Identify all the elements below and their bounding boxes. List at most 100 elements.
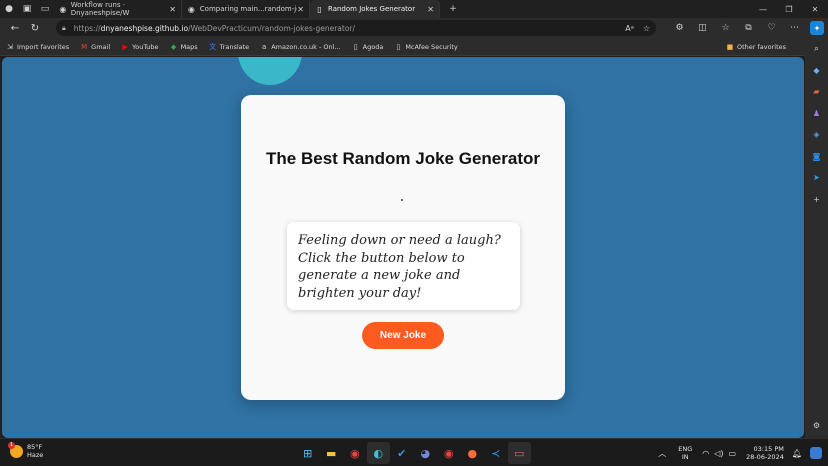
shopping-icon[interactable]: ◆ — [805, 60, 828, 82]
joke-text: Feeling down or need a laugh? Click the … — [287, 222, 520, 310]
tab-label: Random Jokes Generator — [328, 5, 416, 13]
page-icon: ▯ — [396, 42, 401, 51]
weather-sun-icon: 1 — [8, 441, 23, 458]
close-icon[interactable]: ✕ — [169, 5, 176, 14]
edge-icon[interactable]: ◐ — [366, 442, 390, 464]
region: IN — [681, 453, 689, 461]
joke-card: The Best Random Joke Generator Feeling d… — [241, 95, 565, 400]
page-viewport: The Best Random Joke Generator Feeling d… — [2, 57, 804, 438]
notification-badge: 1 — [8, 441, 15, 449]
new-tab-icon[interactable]: + — [444, 0, 462, 18]
tab-random-jokes[interactable]: ▯ Random Jokes Generator ✕ — [310, 0, 440, 18]
back-icon[interactable]: ← — [5, 18, 25, 38]
favorite-star-icon[interactable]: ☆ — [643, 24, 650, 33]
address-bar-row: ← ↻ 🔒︎ https:// dnyaneshpise.github.io /… — [0, 18, 828, 38]
health-icon[interactable]: ♡ — [760, 18, 783, 38]
page-icon: ▯ — [353, 42, 358, 51]
discord-icon[interactable]: ◕ — [414, 442, 438, 464]
volume-icon: ◁) — [714, 448, 724, 458]
more-options-icon[interactable]: ⋯ — [783, 18, 806, 38]
send-icon[interactable]: ➤ — [805, 167, 828, 189]
github-icon: ◉ — [187, 4, 195, 14]
import-icon: ⇲ — [7, 42, 13, 51]
url-protocol: https:// — [73, 23, 101, 33]
chevron-up-icon[interactable]: ︿ — [658, 448, 666, 459]
weather-condition: Haze — [27, 451, 44, 459]
vscode-icon[interactable]: ≺ — [484, 442, 508, 464]
add-icon[interactable]: + — [805, 189, 828, 211]
favorite-label: YouTube — [132, 42, 159, 51]
time: 03:15 PM — [753, 445, 784, 453]
minimize-icon[interactable]: — — [750, 0, 776, 18]
page-title: The Best Random Joke Generator — [266, 149, 540, 168]
favorite-mcafee[interactable]: ▯ McAfee Security — [394, 43, 457, 51]
window-controls: — ❐ ✕ — [750, 0, 828, 18]
close-icon[interactable]: ✕ — [427, 5, 434, 14]
favorite-translate[interactable]: 文 Translate — [209, 42, 250, 51]
favorites-icon[interactable]: ☆ — [714, 18, 737, 38]
weather-widget[interactable]: 1 85°F Haze — [8, 441, 44, 459]
system-tray: ︿ ENG IN ◠ ◁) ▭ 03:15 PM 28-06-2024 🔔︎ — [658, 442, 822, 464]
todo-icon[interactable]: ✔ — [390, 442, 414, 464]
games-icon[interactable]: ♟ — [805, 103, 828, 125]
settings-icon[interactable]: ⚙ — [805, 415, 828, 437]
loading-dot — [401, 199, 403, 201]
youtube-icon: ▶ — [122, 42, 128, 51]
edge-sidebar: ⌕ ◆ ▰ ♟ ◈ ◙ ➤ + ⚙ — [805, 38, 828, 438]
workspaces-icon[interactable]: ▣ — [18, 0, 36, 18]
github-icon: ◉ — [59, 4, 67, 14]
chrome-icon[interactable]: ◉ — [343, 442, 367, 464]
favorite-label: Translate — [219, 42, 250, 51]
close-window-icon[interactable]: ✕ — [802, 0, 828, 18]
read-aloud-icon[interactable]: Aᵃ — [625, 24, 634, 33]
clock[interactable]: 03:15 PM 28-06-2024 — [746, 445, 784, 461]
postman-icon[interactable]: ● — [461, 442, 485, 464]
maps-icon: ◆ — [170, 42, 177, 51]
copilot-icon[interactable]: ✦ — [810, 21, 824, 35]
other-favorites-label: Other favorites — [736, 42, 786, 51]
close-icon[interactable]: ✕ — [297, 5, 304, 14]
outlook-icon[interactable]: ◙ — [805, 146, 828, 168]
new-joke-button[interactable]: New Joke — [362, 322, 444, 349]
tab-workflow-runs[interactable]: ◉ Workflow runs · Dnyaneshpise/W ✕ — [54, 0, 182, 18]
amazon-icon: a — [262, 42, 267, 51]
extensions-icon[interactable]: ⚙ — [668, 18, 691, 38]
search-icon[interactable]: ⌕ — [805, 38, 828, 60]
browser-toolbar: ⚙ ◫ ☆ ⧉ ♡ ⋯ ✦ — [668, 18, 828, 38]
profile-icon[interactable]: ● — [0, 0, 18, 18]
maximize-icon[interactable]: ❐ — [776, 0, 802, 18]
favorite-import[interactable]: ⇲ Import favorites — [6, 43, 69, 51]
tools-icon[interactable]: ▰ — [805, 81, 828, 103]
favorite-youtube[interactable]: ▶ YouTube — [121, 43, 158, 51]
favorite-amazon[interactable]: a Amazon.co.uk - Onl... — [260, 42, 341, 51]
gmail-icon: M — [81, 42, 88, 51]
translate-icon: 文 — [209, 42, 217, 51]
lock-icon[interactable]: 🔒︎ — [62, 24, 66, 33]
refresh-icon[interactable]: ↻ — [25, 18, 45, 38]
favorite-agoda[interactable]: ▯ Agoda — [352, 43, 384, 51]
bell-icon[interactable]: 🔔︎ — [792, 449, 802, 458]
tab-label: Workflow runs · Dnyaneshpise/W — [70, 1, 130, 17]
microsoft-365-icon[interactable]: ◈ — [805, 124, 828, 146]
url-path: /WebDevPracticum/random-jokes-generator/ — [188, 23, 356, 33]
language-indicator[interactable]: ENG IN — [678, 445, 692, 461]
tab-actions-icon[interactable]: ▭ — [36, 0, 54, 18]
page-icon: ▯ — [317, 4, 322, 14]
split-screen-icon[interactable]: ◫ — [691, 18, 714, 38]
file-explorer-icon[interactable]: ▬ — [320, 442, 344, 464]
copilot-taskbar-icon[interactable] — [810, 447, 822, 459]
favorites-bar: ⇲ Import favorites M Gmail ▶ YouTube ◆ M… — [0, 38, 805, 56]
chrome-profile-icon[interactable]: ◉ — [437, 442, 461, 464]
favorite-maps[interactable]: ◆ Maps — [170, 43, 198, 51]
whiteboard-icon[interactable]: ▭ — [507, 442, 531, 464]
other-favorites[interactable]: ■ Other favorites — [726, 43, 786, 51]
collections-icon[interactable]: ⧉ — [737, 18, 760, 38]
favorite-label: McAfee Security — [405, 42, 458, 51]
battery-icon: ▭ — [728, 448, 737, 458]
url-input[interactable]: 🔒︎ https:// dnyaneshpise.github.io /WebD… — [56, 20, 656, 36]
windows-start-icon[interactable]: ⊞ — [296, 442, 320, 464]
tab-comparing[interactable]: ◉ Comparing main...random-jokes ✕ — [182, 0, 310, 18]
language: ENG — [678, 445, 693, 453]
quick-settings[interactable]: ◠ ◁) ▭ — [702, 449, 736, 458]
favorite-gmail[interactable]: M Gmail — [80, 43, 110, 51]
